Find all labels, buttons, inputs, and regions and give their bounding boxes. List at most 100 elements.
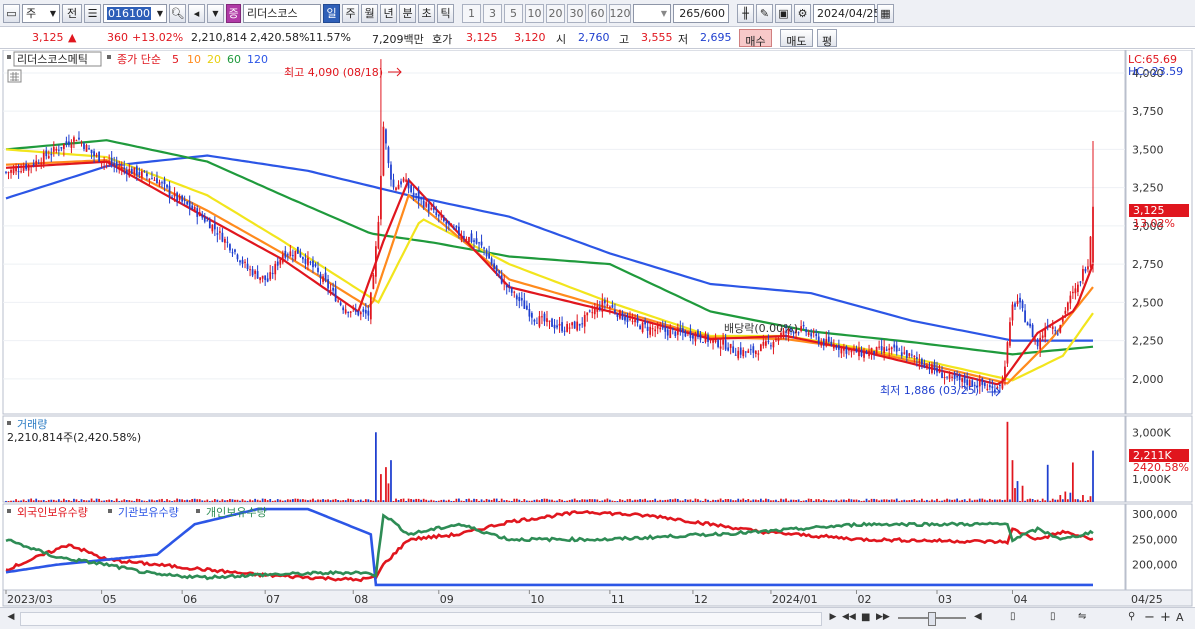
count-input[interactable]: 265/600 (673, 3, 729, 23)
restore-icon[interactable]: ⇋ (1078, 611, 1092, 623)
volume-bar (853, 499, 855, 502)
candle-body (37, 162, 40, 164)
candle-body (993, 389, 996, 392)
scrollbar-track[interactable] (20, 612, 822, 626)
candle-body (88, 148, 90, 150)
buy-button[interactable]: 매수 (739, 29, 772, 48)
volume-bar (603, 499, 606, 502)
sell-button[interactable]: 매도 (780, 29, 813, 48)
draw-tool-icon[interactable]: ✎ (756, 3, 773, 23)
volume-panel[interactable] (2, 415, 1126, 503)
tab-tick[interactable]: 틱 (437, 3, 454, 23)
volume-bar (468, 498, 470, 502)
candle-body (933, 362, 936, 370)
window-icon[interactable]: ▭ (3, 3, 20, 23)
volume-bar (767, 499, 770, 502)
gear-icon[interactable]: ⚙ (794, 3, 811, 23)
save-icon[interactable]: ▣ (775, 3, 792, 23)
volume-bar (62, 498, 65, 502)
tab-minute[interactable]: 분 (399, 3, 416, 23)
volume-bar (435, 500, 438, 502)
interval-30[interactable]: 30 (567, 3, 586, 23)
zoom-out-icon[interactable]: − (1144, 610, 1156, 625)
zoom-slider-handle[interactable] (928, 612, 936, 626)
candle-body (749, 349, 752, 351)
auto-scale-icon[interactable]: A (1176, 611, 1190, 624)
stock-code-input[interactable]: 016100 ▼ (103, 3, 167, 23)
volume-bar (948, 499, 951, 502)
candle-body (654, 329, 657, 332)
prev-button-label: 전 (66, 7, 78, 20)
zoom-in-icon[interactable]: + (1160, 610, 1172, 625)
volume-bar (699, 500, 702, 502)
candle-body (1009, 322, 1011, 346)
search-icon[interactable]: 🔍︎ (169, 3, 186, 23)
settings-dropdown-icon[interactable]: ▼ (207, 3, 224, 23)
first-page-icon[interactable]: ◀◀ (842, 612, 856, 624)
speaker-icon[interactable]: ◂ (188, 3, 205, 23)
volume-bar (440, 499, 443, 502)
candle-body (367, 310, 370, 316)
volume-bar (1056, 499, 1059, 502)
scroll-left-icon[interactable]: ◀ (4, 612, 18, 624)
calendar-icon[interactable]: ▦ (877, 3, 894, 23)
candle-body (913, 355, 916, 357)
candle-body (624, 316, 626, 321)
interval-20[interactable]: 20 (546, 3, 565, 23)
volume-bar (463, 501, 465, 502)
tab-week[interactable]: 주 (342, 3, 359, 23)
period-type-select[interactable]: 주 ▼ (22, 3, 60, 23)
interval-5[interactable]: 5 (504, 3, 523, 23)
candle-body (342, 307, 345, 311)
volume-bar (782, 499, 785, 502)
tab-day[interactable]: 일 (323, 3, 340, 23)
volume-bar (626, 499, 629, 502)
candle-body (1066, 302, 1069, 311)
volume-bar (118, 501, 121, 502)
interval-60[interactable]: 60 (588, 3, 607, 23)
tab-year[interactable]: 년 (380, 3, 397, 23)
eval-button[interactable]: 평 (817, 29, 837, 48)
expand-icon[interactable]: ▯ (1050, 611, 1064, 623)
search-icon[interactable]: ⚲ (1128, 611, 1140, 623)
volume-bar (229, 498, 231, 502)
tab-month[interactable]: 월 (361, 3, 378, 23)
scroll-right-icon[interactable]: ▶ (827, 612, 839, 624)
candle-body (216, 233, 219, 235)
candle-body (458, 226, 460, 235)
volume-bar (812, 500, 815, 502)
volume-bar (364, 499, 367, 502)
candle-body (1041, 335, 1044, 338)
interval-3[interactable]: 3 (483, 3, 502, 23)
candle-body (375, 246, 377, 277)
candle-body (52, 147, 55, 152)
date-input[interactable]: 2024/04/25 (813, 3, 880, 23)
candle-body (978, 380, 981, 387)
volume-bar (1087, 500, 1089, 502)
volume-bar (807, 498, 810, 502)
interval-10[interactable]: 10 (525, 3, 544, 23)
price-panel[interactable] (2, 50, 1126, 415)
chart-area[interactable]: 2,0002,2502,5002,7503,0003,2503,5003,750… (0, 50, 1195, 608)
interval-select[interactable]: ▼ (633, 3, 671, 23)
tab-second[interactable]: 초 (418, 3, 435, 23)
stop-icon[interactable]: ■ (861, 612, 873, 624)
candle-type-icon[interactable]: ╫ (737, 3, 754, 23)
pan-icon[interactable]: ◀ (974, 611, 986, 623)
candle-body (412, 192, 415, 196)
legend-bullet-icon (196, 509, 200, 513)
candle-body (25, 164, 28, 170)
interval-1[interactable]: 1 (462, 3, 481, 23)
candle-body (747, 350, 750, 353)
next-page-icon[interactable]: ▶▶ (876, 612, 890, 624)
candle-body (815, 333, 818, 337)
interval-120[interactable]: 120 (609, 3, 631, 23)
volume-bar (186, 499, 189, 502)
volume-bar (732, 500, 735, 502)
split-icon[interactable]: ▯ (1010, 611, 1024, 623)
prev-button[interactable]: 전 (62, 3, 82, 23)
volume-bar (785, 498, 787, 502)
candle-body (410, 185, 412, 193)
list-icon[interactable]: ☰ (84, 3, 101, 23)
volume-bar (206, 499, 209, 502)
